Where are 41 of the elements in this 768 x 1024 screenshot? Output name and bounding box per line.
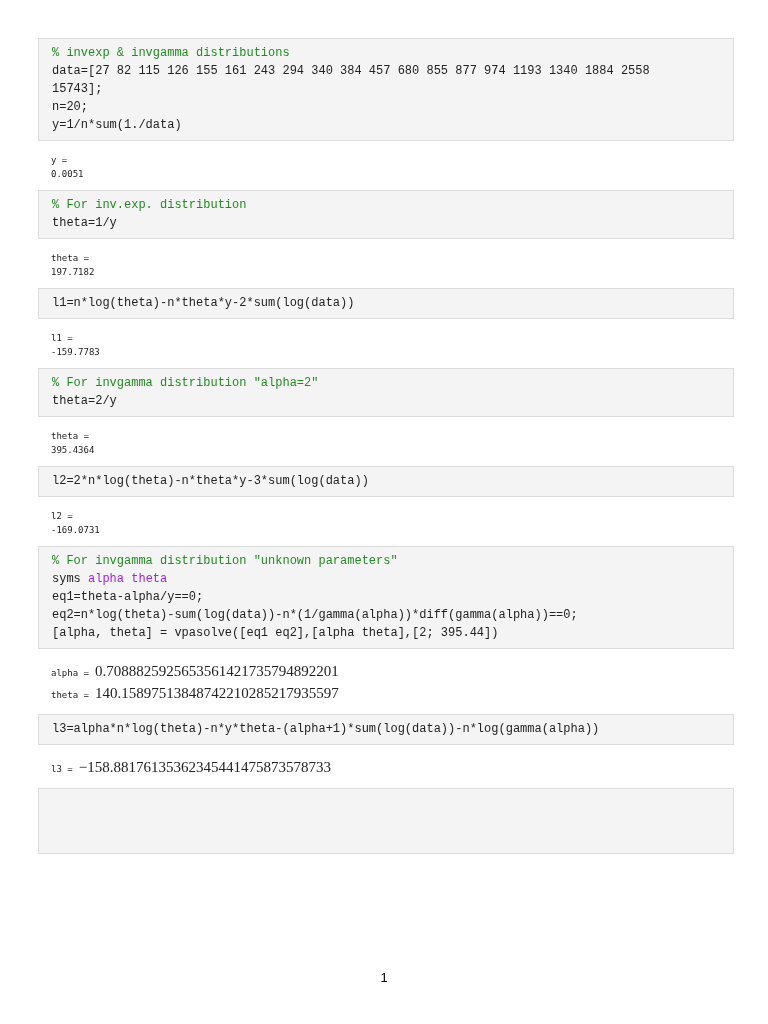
output-label: theta = [51,252,89,265]
code-line: n=20; [52,99,89,116]
code-cell[interactable]: % For invgamma distribution "alpha=2" theta=2/y [38,368,734,417]
output-value: 197.7182 [51,266,95,279]
output-value: 0.0051 [51,168,84,181]
output-label: l3 = [51,763,73,776]
code-line: y=1/n*sum(1./data) [52,117,183,134]
output-value: 140.15897513848742210285217935597 [94,684,339,703]
code-cell[interactable]: l2=2*n*log(theta)-n*theta*y-3*sum(log(data)) [38,466,734,497]
page-number: 1 [380,970,388,985]
output-value: -159.7783 [51,346,100,359]
output-label: y = [51,154,68,167]
output-value: 0.7088825925653561421735794892201 [94,662,339,681]
code-line: theta=2/y [52,393,118,410]
output-label: l2 = [51,510,73,523]
code-cell[interactable] [38,788,734,854]
code-line: % For inv.exp. distribution [52,197,248,214]
code-line: % invexp & invgamma distributions [52,45,291,62]
code-line: [alpha, theta] = vpasolve([eq1 eq2],[alpha theta],[2; 395.44]) [52,625,500,642]
code-line: theta=1/y [52,215,118,232]
code-line: l3=alpha*n*log(theta)-n*y*theta-(alpha+1)*sum(log(data))-n*log(gamma(alpha)) [52,721,601,738]
code-cell[interactable] [38,546,734,649]
code-line: l2=2*n*log(theta)-n*theta*y-3*sum(log(data)) [52,473,370,490]
output-label: theta = [51,430,89,443]
output-label: theta = [51,689,89,702]
output-value: 395.4364 [51,444,95,457]
code-line: % For invgamma distribution "alpha=2" [52,375,320,392]
code-cell[interactable]: % For inv.exp. distribution theta=1/y [38,190,734,239]
code-line: % For invgamma distribution "unknown parameters" [52,553,399,570]
code-line: eq1=theta-alpha/y==0; [52,589,205,606]
code-cell[interactable]: l1=n*log(theta)-n*theta*y-2*sum(log(data)) [38,288,734,319]
code-line: data=[27 82 115 126 155 161 243 294 340 384 457 680 855 877 974 1193 1340 1884 2558 15743]; [52,63,651,98]
code-line: syms alpha theta [52,571,169,588]
output-label: l1 = [51,332,73,345]
output-value: −158.88176135362345441475873578733 [78,758,331,777]
code-cell[interactable]: % invexp & invgamma distributions data=[27 82 115 126 155 161 243 294 340 384 457 680 855 877 974 1193 1340 1884 2558 15743]; n=20; y=1/n*sum(1./data) [38,38,734,141]
code-line: l1=n*log(theta)-n*theta*y-2*sum(log(data)) [52,295,356,312]
code-cell[interactable]: l3=alpha*n*log(theta)-n*y*theta-(alpha+1)*sum(log(data))-n*log(gamma(alpha)) [38,714,734,745]
code-line: eq2=n*log(theta)-sum(log(data))-n*(1/gamma(alpha))*diff(gamma(alpha))==0; [52,607,579,624]
output-value: -169.0731 [51,524,100,537]
output-label: alpha = [51,667,89,680]
